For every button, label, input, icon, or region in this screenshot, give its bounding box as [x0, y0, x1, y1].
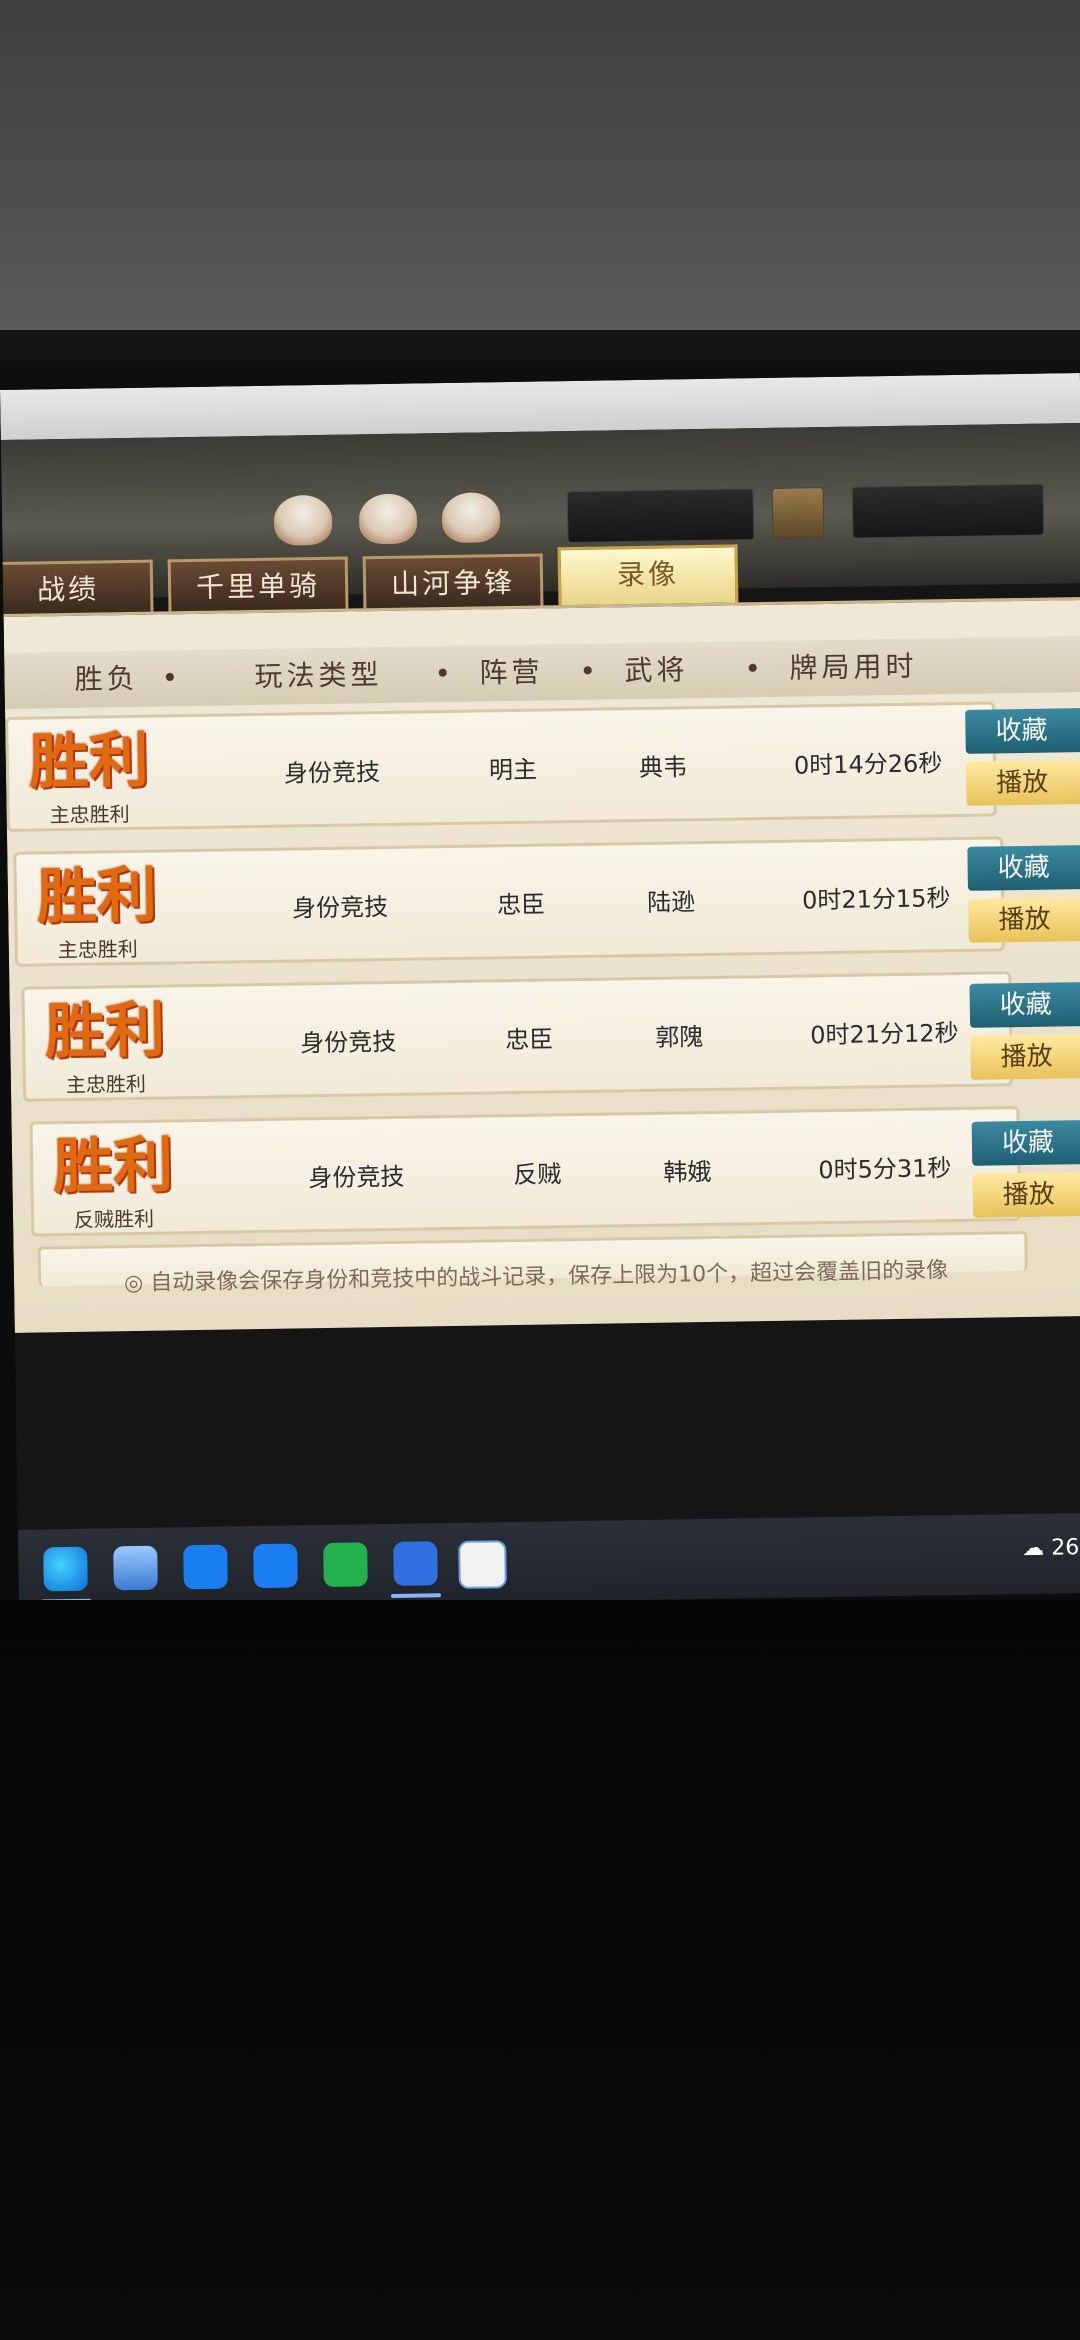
- camp-cell: 忠臣: [505, 1025, 554, 1055]
- active-indicator: [390, 1593, 442, 1599]
- item-icon: [441, 492, 501, 544]
- mode-cell: 身份竞技: [283, 758, 381, 788]
- recording-row: 胜利 主忠胜利 身份竞技 忠臣 陆逊 0时21分15秒: [13, 836, 1005, 967]
- recordings-panel: 胜负 • 玩法类型 • 阵营 • 武将 • 牌局用时 胜利 主忠胜利 身份竞技 …: [3, 597, 1080, 1333]
- separator: •: [579, 654, 597, 688]
- dark-slot: [566, 488, 755, 544]
- result-sub: 反贼胜利: [73, 1206, 155, 1232]
- duration-cell: 0时21分15秒: [801, 884, 951, 915]
- camp-cell: 反贼: [513, 1160, 562, 1190]
- play-button[interactable]: 播放: [972, 1171, 1080, 1218]
- duration-cell: 0时14分26秒: [793, 749, 943, 780]
- tab-recordings[interactable]: 录像: [557, 544, 739, 606]
- result-sub: 主忠胜利: [65, 1071, 147, 1098]
- eye-icon: ◎: [123, 1270, 151, 1297]
- general-cell: 郭隗: [655, 1023, 704, 1052]
- camp-cell: 明主: [488, 755, 538, 785]
- column-general: 武将: [624, 653, 689, 688]
- recording-row: 胜利 主忠胜利 身份竞技 忠臣 郭隗 0时21分12秒: [21, 971, 1014, 1102]
- result-label: 胜利: [52, 1130, 174, 1203]
- mode-cell: 身份竞技: [291, 892, 389, 923]
- recording-row: 胜利 主忠胜利 身份竞技 明主 典韦 0时14分26秒: [5, 701, 997, 832]
- column-header: 胜负 • 玩法类型 • 阵营 • 武将 • 牌局用时: [4, 636, 1080, 709]
- result-sub: 主忠胜利: [49, 802, 130, 828]
- favorite-button[interactable]: 收藏: [971, 1119, 1080, 1166]
- favorite-button[interactable]: 收藏: [969, 981, 1080, 1028]
- result-sub: 主忠胜利: [57, 936, 138, 963]
- play-button[interactable]: 播放: [970, 1033, 1080, 1080]
- duration-cell: 0时21分12秒: [810, 1019, 959, 1050]
- column-mode: 玩法类型: [254, 658, 383, 694]
- separator: •: [161, 661, 179, 695]
- background-wall: [0, 0, 1080, 330]
- tencent-icon[interactable]: [183, 1544, 228, 1590]
- column-camp: 阵营: [479, 655, 544, 690]
- slot-icon: [771, 487, 825, 540]
- recording-row: 胜利 反贼胜利 身份竞技 反贼 韩娥 0时5分31秒: [29, 1106, 1022, 1237]
- tab-shanhezhengfeng[interactable]: 山河争锋: [362, 553, 544, 609]
- column-result: 胜负: [74, 661, 139, 696]
- weather-widget[interactable]: ☁ 26°: [1022, 1535, 1080, 1561]
- column-duration: 牌局用时: [789, 649, 918, 685]
- play-button[interactable]: 播放: [965, 759, 1080, 806]
- result-label: 胜利: [28, 725, 150, 798]
- favorite-button[interactable]: 收藏: [967, 844, 1080, 891]
- taskbar: ☁ 26°: [17, 1512, 1080, 1610]
- play-button[interactable]: 播放: [968, 896, 1080, 943]
- monitor-screen: 战绩 千里单骑 山河争锋 录像 胜负 • 玩法类型 • 阵营 • 武将 • 牌局…: [0, 373, 1080, 1610]
- cloud-icon: ☁: [1022, 1535, 1052, 1562]
- game-icon[interactable]: [458, 1540, 507, 1589]
- tencent-icon-2[interactable]: [253, 1543, 298, 1589]
- camp-cell: 忠臣: [496, 890, 546, 920]
- tab-stats[interactable]: 战绩: [0, 559, 154, 615]
- edge-icon[interactable]: [43, 1546, 88, 1592]
- xbox-icon[interactable]: [393, 1541, 438, 1586]
- result-label: 胜利: [44, 995, 166, 1068]
- item-icon: [273, 494, 333, 546]
- general-cell: 陆逊: [646, 888, 696, 917]
- result-label: 胜利: [36, 860, 158, 933]
- separator: •: [434, 656, 452, 691]
- general-cell: 韩娥: [663, 1157, 712, 1187]
- dark-desk-area: [0, 1600, 1080, 2340]
- duration-cell: 0时5分31秒: [818, 1154, 952, 1185]
- mode-cell: 身份竞技: [308, 1162, 405, 1193]
- item-icon: [358, 493, 418, 545]
- computer-icon[interactable]: [113, 1545, 158, 1591]
- mode-cell: 身份竞技: [300, 1027, 397, 1058]
- general-cell: 典韦: [638, 753, 688, 783]
- separator: •: [744, 652, 762, 686]
- wechat-icon[interactable]: [323, 1542, 368, 1588]
- tab-qianlidanqi[interactable]: 千里单骑: [167, 556, 349, 612]
- favorite-button[interactable]: 收藏: [965, 707, 1080, 754]
- dark-slot: [851, 483, 1045, 539]
